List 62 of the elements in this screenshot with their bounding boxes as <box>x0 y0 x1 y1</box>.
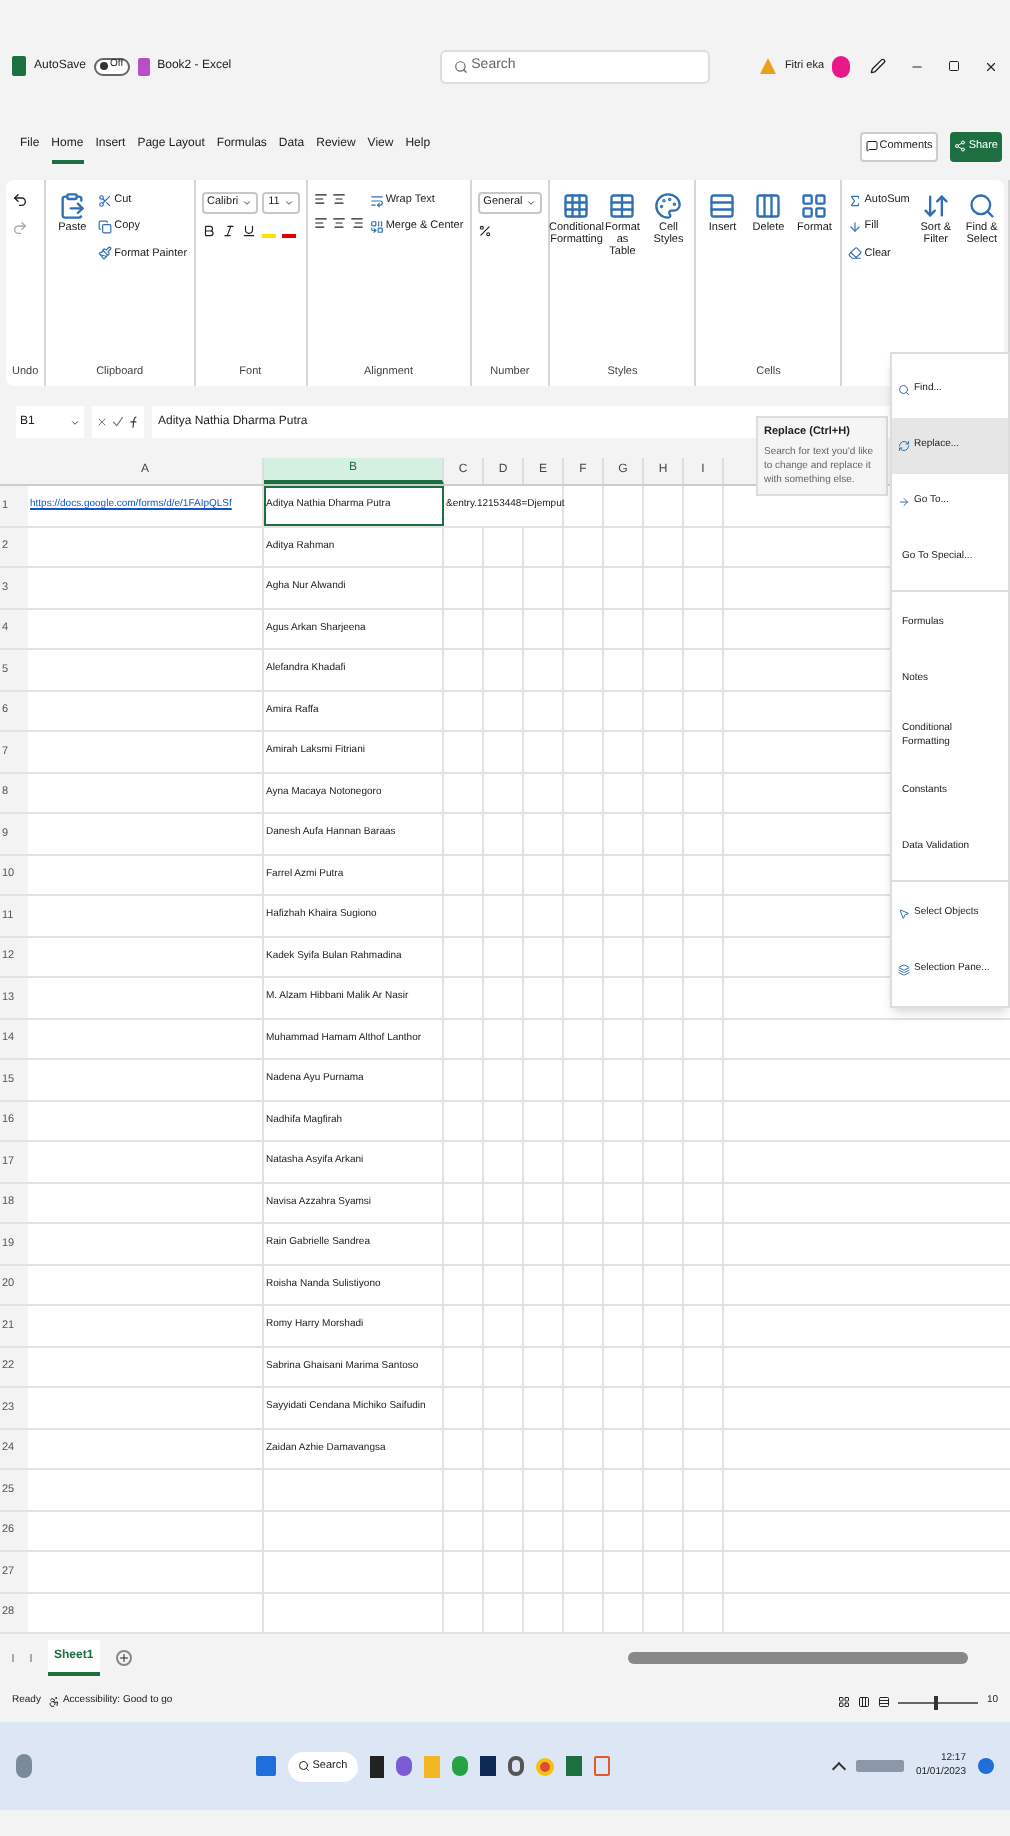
file-icon <box>137 57 150 75</box>
excel-icon[interactable] <box>565 1756 582 1776</box>
sort-icon <box>921 192 950 220</box>
italic-icon[interactable] <box>221 224 236 238</box>
align-middle-icon[interactable] <box>331 192 346 206</box>
browser-icon[interactable] <box>535 1757 554 1775</box>
align-top-icon[interactable] <box>313 192 328 206</box>
arrow-down-icon <box>848 219 863 234</box>
align-right-icon[interactable] <box>349 216 364 230</box>
search-icon <box>298 1760 311 1772</box>
app-icon[interactable] <box>479 1756 496 1776</box>
page-layout-icon[interactable] <box>858 1696 871 1708</box>
merge-icon <box>369 219 384 234</box>
table-icon <box>608 192 637 220</box>
slider-thumb[interactable] <box>934 1695 939 1709</box>
pen-icon[interactable] <box>870 58 886 74</box>
palette-icon <box>654 192 683 220</box>
check-icon[interactable] <box>112 416 124 428</box>
percent-icon[interactable] <box>477 224 492 238</box>
replace-icon <box>898 440 910 452</box>
rows-icon <box>708 192 737 220</box>
arrow-right-icon <box>898 496 910 508</box>
search-icon <box>898 384 910 396</box>
function-icon[interactable] <box>128 415 140 429</box>
layers-icon <box>898 964 910 976</box>
paintbrush-icon <box>98 246 113 261</box>
scissors-icon <box>98 193 113 208</box>
accessibility-icon <box>48 1696 61 1708</box>
wrap-icon <box>369 193 384 208</box>
normal-view-icon[interactable] <box>838 1696 851 1708</box>
underline-icon[interactable] <box>241 224 256 238</box>
undo-icon[interactable] <box>12 192 28 208</box>
share-icon <box>954 140 967 152</box>
horizontal-scrollbar[interactable] <box>627 1652 968 1664</box>
search-icon <box>453 59 468 73</box>
align-center-icon[interactable] <box>331 216 346 230</box>
add-sheet-icon[interactable] <box>115 1650 132 1666</box>
caret-icon <box>242 198 253 208</box>
avatar-icon[interactable] <box>832 55 850 77</box>
caret-icon <box>70 417 80 427</box>
copy-icon <box>98 219 113 234</box>
search-icon <box>967 192 996 220</box>
comment-icon <box>865 140 878 152</box>
clipboard-icon <box>58 192 87 220</box>
warning-icon <box>760 58 777 74</box>
page-break-icon[interactable] <box>878 1696 891 1708</box>
app-icon[interactable] <box>369 1755 384 1777</box>
eraser-icon <box>848 246 863 261</box>
grid-icon <box>562 192 591 220</box>
cancel-icon[interactable] <box>96 416 108 428</box>
grid-icon <box>800 192 829 220</box>
close-icon[interactable] <box>984 59 998 73</box>
bold-icon[interactable] <box>201 224 216 238</box>
pointer-icon <box>898 908 910 920</box>
notification-badge[interactable] <box>978 1758 994 1774</box>
caret-icon <box>526 198 537 208</box>
sigma-icon <box>848 193 863 208</box>
restore-icon[interactable] <box>948 60 960 72</box>
zoom-slider[interactable] <box>898 1695 979 1709</box>
caret-icon <box>283 198 294 208</box>
align-left-icon[interactable] <box>313 216 328 230</box>
columns-icon <box>754 192 783 220</box>
